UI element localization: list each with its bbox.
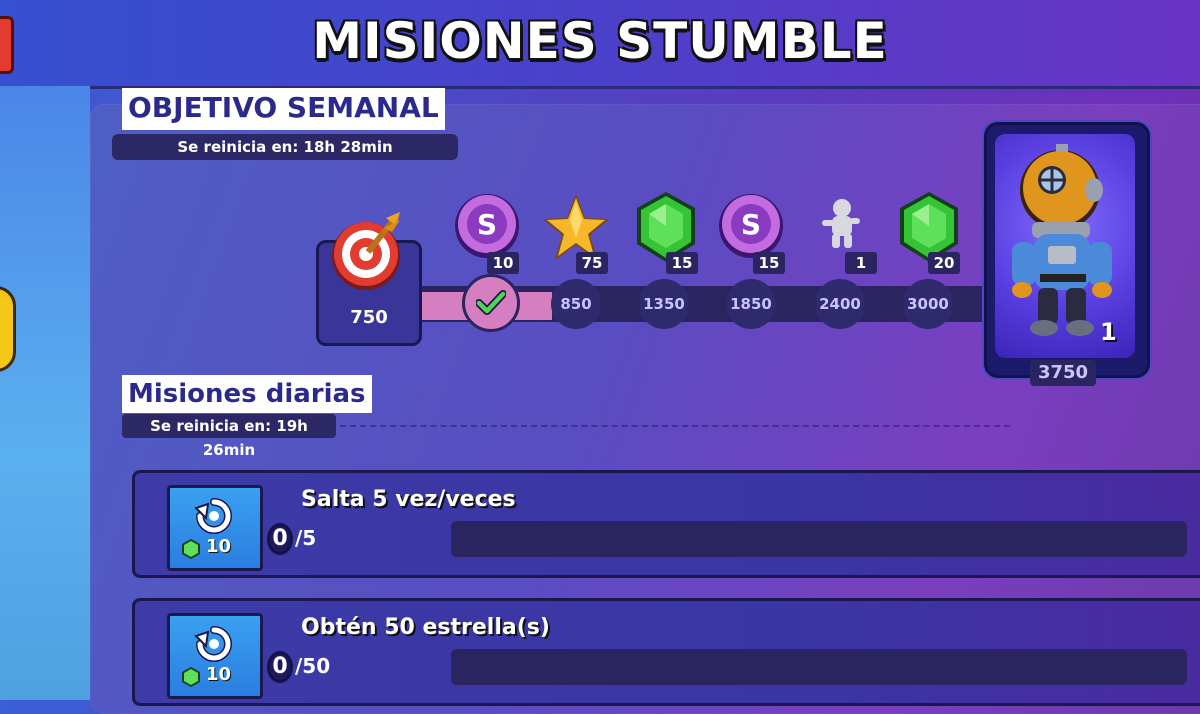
svg-text:S: S — [741, 208, 761, 241]
top-bar: MISIONES STUMBLE — [0, 0, 1200, 89]
gem-icon — [182, 667, 200, 687]
refresh-icon — [194, 498, 232, 534]
final-reward-quantity: 1 — [1100, 318, 1117, 346]
mission-progress-current: 0 — [267, 651, 293, 683]
reward-quantity: 15 — [666, 252, 698, 274]
mission-card[interactable]: 10 Obtén 50 estrella(s) 0/50 — [132, 598, 1200, 706]
daily-missions-label: Misiones diarias — [122, 375, 372, 413]
mission-progress-bar — [451, 649, 1187, 685]
mission-reroll-button[interactable]: 10 — [167, 485, 263, 571]
reward-quantity: 75 — [576, 252, 608, 274]
mission-reward-amount: 10 — [206, 664, 232, 685]
coin-icon — [0, 286, 16, 372]
mission-title: Salta 5 vez/veces — [301, 487, 516, 512]
milestone-node: 1350 — [639, 279, 689, 329]
reward-quantity: 15 — [753, 252, 785, 274]
milestone-node: 850 — [551, 279, 601, 329]
mission-progress-bar — [451, 521, 1187, 557]
mission-reroll-button[interactable]: 10 — [167, 613, 263, 699]
milestone-node: 3000 — [903, 279, 953, 329]
weekly-reset-timer: Se reinicia en: 18h 28min — [112, 134, 458, 160]
page-title: MISIONES STUMBLE — [312, 12, 888, 70]
left-side-panel — [0, 86, 90, 700]
mission-reward-amount: 10 — [206, 536, 232, 557]
final-reward-threshold: 3750 — [1030, 360, 1096, 386]
mission-progress-total: /50 — [295, 654, 331, 678]
target-icon — [332, 212, 400, 290]
refresh-icon — [194, 626, 232, 662]
daily-reset-timer: Se reinicia en: 19h 26min — [122, 414, 336, 459]
reward-quantity: 20 — [928, 252, 960, 274]
checkmark-icon — [476, 290, 506, 315]
milestone-node: 1850 — [726, 279, 776, 329]
mission-card[interactable]: 10 Salta 5 vez/veces 0/5 — [132, 470, 1200, 578]
milestone-completed — [462, 274, 520, 332]
mission-progress-text: 0/50 — [267, 651, 330, 683]
divider — [340, 425, 1010, 427]
weekly-objective-label: OBJETIVO SEMANAL — [122, 88, 445, 130]
mission-title: Obtén 50 estrella(s) — [301, 615, 550, 640]
reward-quantity: 1 — [845, 252, 877, 274]
mission-progress-text: 0/5 — [267, 523, 316, 555]
reward-quantity: 10 — [487, 252, 519, 274]
milestone-node: 2400 — [815, 279, 865, 329]
svg-text:S: S — [477, 208, 497, 241]
mission-progress-total: /5 — [295, 526, 317, 550]
mission-progress-current: 0 — [267, 523, 293, 555]
weekly-start-value: 750 — [350, 307, 388, 328]
gem-icon — [182, 539, 200, 559]
